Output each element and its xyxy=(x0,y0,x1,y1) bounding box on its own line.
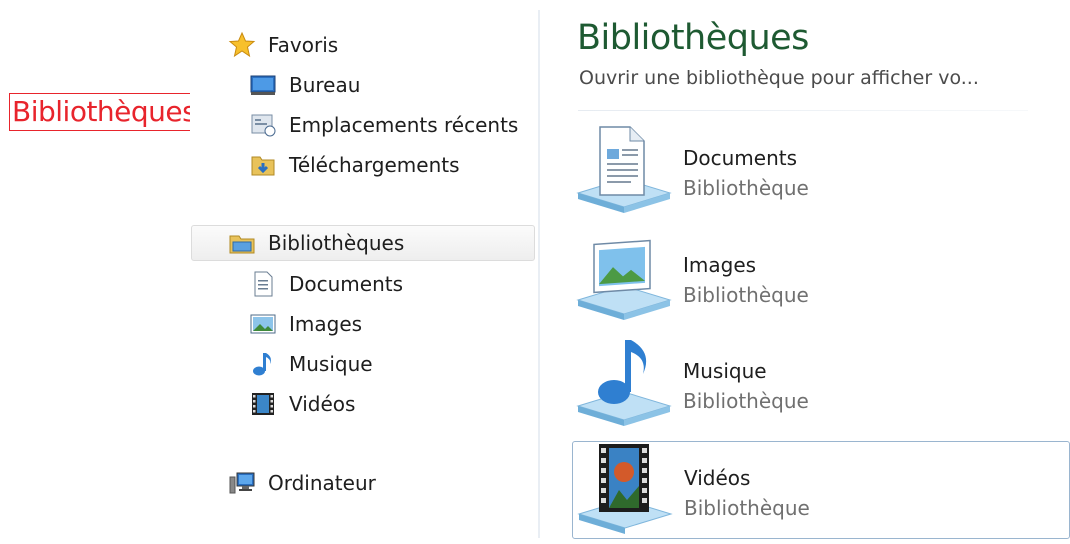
library-name: Musique xyxy=(683,359,767,383)
library-tile-videos[interactable]: Vidéos Bibliothèque xyxy=(572,441,1070,539)
nav-item-desktop[interactable]: Bureau xyxy=(249,67,360,103)
nav-item-videos[interactable]: Vidéos xyxy=(249,386,355,422)
nav-item-images[interactable]: Images xyxy=(249,306,362,342)
videos-library-icon xyxy=(573,442,681,540)
recent-places-icon xyxy=(249,111,277,139)
library-name: Vidéos xyxy=(684,466,751,490)
nav-item-label: Emplacements récents xyxy=(289,113,519,137)
downloads-icon xyxy=(249,151,277,179)
nav-item-label: Favoris xyxy=(268,33,339,57)
nav-item-favorites[interactable]: Favoris xyxy=(228,27,338,63)
pane-divider[interactable] xyxy=(538,10,540,538)
nav-item-label: Bureau xyxy=(289,73,361,97)
nav-item-label: Téléchargements xyxy=(289,153,460,177)
nav-item-music[interactable]: Musique xyxy=(249,346,373,382)
library-type: Bibliothèque xyxy=(684,496,810,520)
nav-item-label: Ordinateur xyxy=(268,471,376,495)
nav-item-label: Documents xyxy=(289,272,404,296)
libraries-icon xyxy=(228,229,256,257)
computer-icon xyxy=(228,469,256,497)
nav-item-label: Vidéos xyxy=(289,392,356,416)
library-type: Bibliothèque xyxy=(683,389,809,413)
nav-item-libraries[interactable]: Bibliothèques xyxy=(191,225,535,261)
library-tile-documents[interactable]: Documents Bibliothèque xyxy=(572,121,1070,219)
documents-library-icon xyxy=(572,121,680,219)
star-icon xyxy=(228,31,256,59)
nav-item-computer[interactable]: Ordinateur xyxy=(228,465,376,501)
nav-item-label: Musique xyxy=(289,352,373,376)
nav-item-label: Images xyxy=(289,312,363,336)
library-tile-music[interactable]: Musique Bibliothèque xyxy=(572,334,1070,432)
page-title: Bibliothèques xyxy=(577,18,809,58)
annotation-callout: Bibliothèques xyxy=(9,93,215,131)
music-library-icon xyxy=(572,334,680,432)
images-library-icon xyxy=(572,228,680,326)
header-divider xyxy=(578,110,1028,111)
page-subtitle: Ouvrir une bibliothèque pour afficher vo… xyxy=(579,67,979,89)
nav-item-recent-places[interactable]: Emplacements récents xyxy=(249,107,518,143)
nav-item-downloads[interactable]: Téléchargements xyxy=(249,147,460,183)
documents-icon xyxy=(249,270,277,298)
library-tile-images[interactable]: Images Bibliothèque xyxy=(572,228,1070,326)
music-icon xyxy=(249,350,277,378)
library-type: Bibliothèque xyxy=(683,283,809,307)
nav-item-documents[interactable]: Documents xyxy=(249,266,403,302)
library-name: Images xyxy=(683,253,757,277)
library-name: Documents xyxy=(683,146,798,170)
annotation-label: Bibliothèques xyxy=(12,95,197,128)
pictures-icon xyxy=(249,310,277,338)
nav-item-label: Bibliothèques xyxy=(268,231,405,255)
library-type: Bibliothèque xyxy=(683,176,809,200)
videos-icon xyxy=(249,390,277,418)
desktop-icon xyxy=(249,71,277,99)
